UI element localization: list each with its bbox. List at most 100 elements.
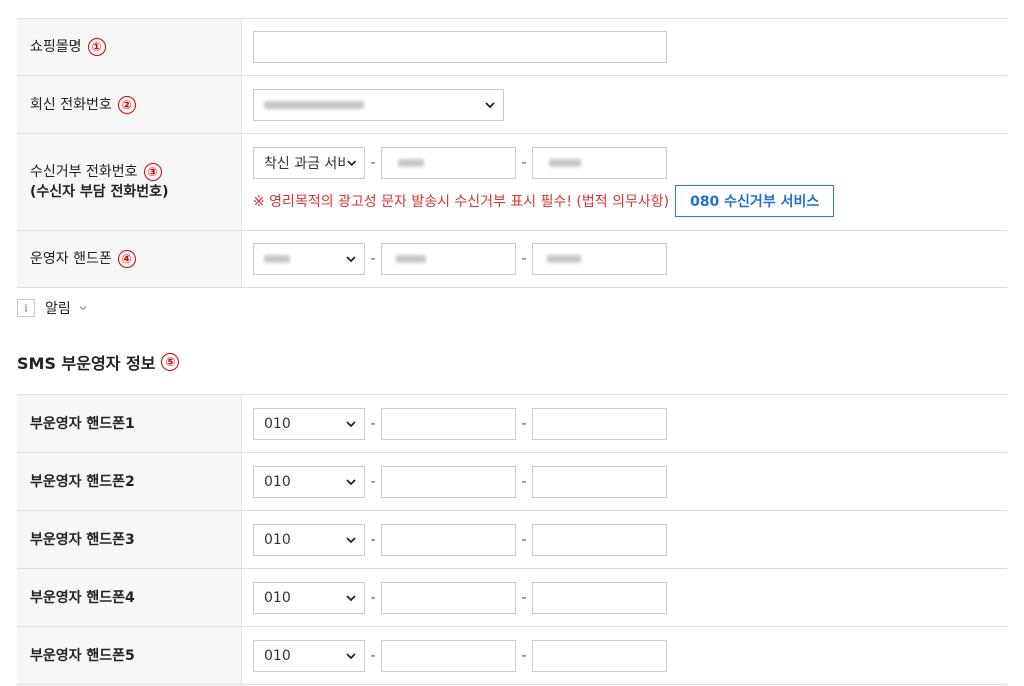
sub-operator-header: 부운영자 핸드폰1: [17, 395, 242, 452]
separator: -: [521, 531, 527, 548]
marker-2: ②: [117, 95, 136, 114]
sub-operator-label: 부운영자 핸드폰2: [30, 473, 135, 490]
sub-operator-mid-input[interactable]: [381, 639, 516, 672]
sub-operator-row: 부운영자 핸드폰4 010 - -: [17, 569, 1007, 627]
sub-operator-row: 부운영자 핸드폰2 010 - -: [17, 453, 1007, 511]
operator-phone-last-input[interactable]: [532, 243, 667, 275]
operator-phone-mid-input[interactable]: [381, 243, 516, 275]
chevron-down-icon: [346, 594, 356, 601]
sub-operator-prefix-select[interactable]: 010: [253, 581, 365, 614]
reply-phone-header: 회신 전화번호 ②: [17, 76, 242, 133]
reply-phone-select[interactable]: [253, 88, 504, 121]
sub-operator-prefix-select[interactable]: 010: [253, 523, 365, 556]
sub-operator-cell: 010 - -: [242, 569, 1007, 626]
info-icon: i: [17, 299, 35, 317]
sub-operator-prefix-select[interactable]: 010: [253, 407, 365, 440]
basic-info-table: 쇼핑몰명 ① 회신 전화번호 ② 수신거부 전화번호 ③ (수신자 부담 전화번…: [17, 18, 1007, 288]
sub-operator-last-input[interactable]: [532, 581, 667, 614]
sub-operator-last-input[interactable]: [532, 639, 667, 672]
reply-phone-cell: [242, 76, 1007, 133]
separator: -: [370, 473, 376, 490]
reject-phone-row: 수신거부 전화번호 ③ (수신자 부담 전화번호) 착신 과금 서비 - - ※…: [17, 134, 1007, 231]
sub-operator-prefix-select[interactable]: 010: [253, 639, 365, 672]
sub-operator-row: 부운영자 핸드폰3 010 - -: [17, 511, 1007, 569]
separator: -: [521, 415, 527, 432]
marker-1: ①: [87, 38, 106, 56]
chevron-down-icon: [346, 652, 356, 659]
sub-operator-mid-input[interactable]: [381, 581, 516, 614]
sub-operator-table: 부운영자 핸드폰1 010 - - 부운영자 핸드폰2 010 - - 부운영자…: [17, 394, 1007, 685]
sub-operator-row: 부운영자 핸드폰1 010 - -: [17, 395, 1007, 453]
separator: -: [370, 647, 376, 664]
chevron-down-icon: [79, 306, 87, 311]
reply-phone-row: 회신 전화번호 ②: [17, 76, 1007, 134]
prefix-value: 010: [264, 473, 291, 490]
marker-4: ④: [117, 250, 136, 268]
alert-toggle[interactable]: i 알림: [17, 298, 89, 318]
operator-phone-header: 운영자 핸드폰 ④: [17, 231, 242, 287]
shop-name-row: 쇼핑몰명 ①: [17, 19, 1007, 76]
section-title: SMS 부운영자 정보 ⑤: [17, 350, 180, 374]
sub-operator-cell: 010 - -: [242, 395, 1007, 452]
alert-label: 알림: [45, 301, 71, 317]
marker-3: ③: [143, 163, 162, 181]
operator-phone-cell: - -: [242, 231, 1007, 287]
prefix-value: 010: [264, 589, 291, 606]
shop-name-label: 쇼핑몰명: [30, 39, 82, 55]
reply-phone-label: 회신 전화번호: [30, 96, 112, 113]
prefix-value: 010: [264, 415, 291, 432]
sub-operator-mid-input[interactable]: [381, 465, 516, 498]
reject-phone-last-input[interactable]: [532, 147, 667, 179]
sub-operator-last-input[interactable]: [532, 523, 667, 556]
separator: -: [370, 251, 376, 267]
sub-operator-label: 부운영자 핸드폰5: [30, 647, 135, 664]
chevron-down-icon: [346, 256, 356, 263]
separator: -: [521, 473, 527, 490]
reject-notice-text: ※ 영리목적의 광고성 문자 발송시 수신거부 표시 필수! (법적 의무사항): [253, 194, 670, 210]
chevron-down-icon: [346, 536, 356, 543]
sub-operator-prefix-select[interactable]: 010: [253, 465, 365, 498]
sub-operator-last-input[interactable]: [532, 465, 667, 498]
separator: -: [521, 251, 527, 267]
sub-operator-label: 부운영자 핸드폰4: [30, 589, 135, 606]
section-title-text: SMS 부운영자 정보: [17, 354, 156, 373]
shop-name-cell: [242, 19, 1007, 75]
operator-phone-row: 운영자 핸드폰 ④ - -: [17, 231, 1007, 288]
prefix-value: 010: [264, 531, 291, 548]
separator: -: [370, 531, 376, 548]
separator: -: [521, 589, 527, 606]
sub-operator-label: 부운영자 핸드폰1: [30, 415, 135, 432]
sub-operator-header: 부운영자 핸드폰3: [17, 511, 242, 568]
sub-operator-cell: 010 - -: [242, 511, 1007, 568]
separator: -: [521, 155, 527, 171]
operator-phone-label: 운영자 핸드폰: [30, 251, 112, 267]
redacted-value: [264, 100, 364, 109]
sub-operator-header: 부운영자 핸드폰2: [17, 453, 242, 510]
reject-phone-label: 수신거부 전화번호: [30, 164, 138, 180]
chevron-down-icon: [485, 101, 495, 108]
sub-operator-mid-input[interactable]: [381, 523, 516, 556]
reject-phone-type-select[interactable]: 착신 과금 서비: [253, 147, 365, 179]
marker-5: ⑤: [161, 353, 180, 371]
shop-name-input[interactable]: [253, 31, 667, 63]
reject-phone-header: 수신거부 전화번호 ③ (수신자 부담 전화번호): [17, 134, 242, 230]
reject-phone-type-value: 착신 과금 서비: [264, 156, 345, 172]
sub-operator-row: 부운영자 핸드폰5 010 - -: [17, 627, 1007, 685]
sub-operator-last-input[interactable]: [532, 407, 667, 440]
sub-operator-header: 부운영자 핸드폰4: [17, 569, 242, 626]
separator: -: [370, 415, 376, 432]
reject-phone-mid-input[interactable]: [381, 147, 516, 179]
chevron-down-icon: [346, 420, 356, 427]
separator: -: [370, 589, 376, 606]
shop-name-header: 쇼핑몰명 ①: [17, 19, 242, 75]
chevron-down-icon: [346, 160, 356, 167]
prefix-value: 010: [264, 647, 291, 664]
reject-phone-sublabel: (수신자 부담 전화번호): [30, 184, 169, 200]
separator: -: [370, 155, 376, 171]
080-reject-service-button[interactable]: 080 수신거부 서비스: [675, 185, 835, 217]
operator-phone-prefix-select[interactable]: [253, 243, 365, 275]
sub-operator-header: 부운영자 핸드폰5: [17, 627, 242, 684]
sub-operator-label: 부운영자 핸드폰3: [30, 531, 135, 548]
sub-operator-mid-input[interactable]: [381, 407, 516, 440]
chevron-down-icon: [346, 478, 356, 485]
